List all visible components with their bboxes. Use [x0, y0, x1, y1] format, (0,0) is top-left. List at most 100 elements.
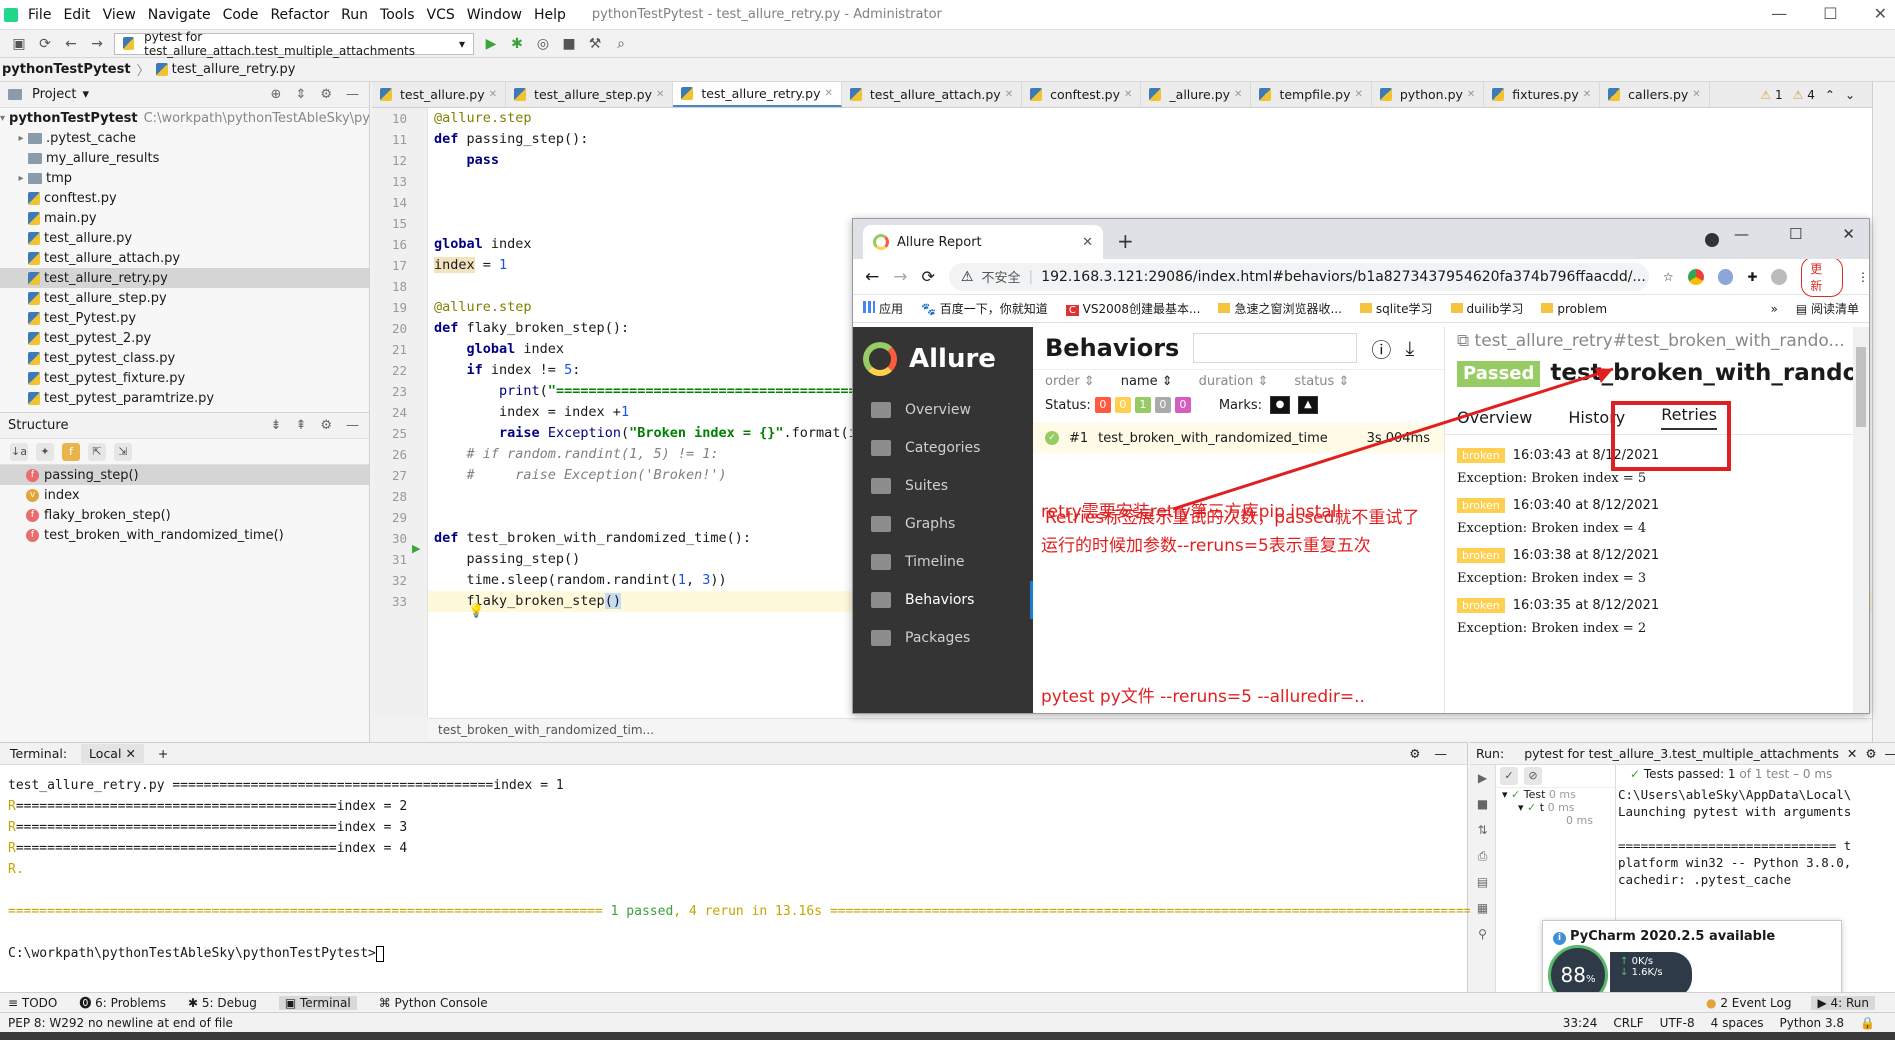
editor-breadcrumb[interactable]: test_broken_with_randomized_tim... — [428, 718, 1895, 740]
tree-item[interactable]: conftest.py — [0, 188, 369, 208]
close-tab-icon[interactable]: ✕ — [1583, 89, 1591, 100]
settings-wrench-icon[interactable]: ⚒ — [586, 36, 604, 52]
tree-item[interactable]: main.py — [0, 208, 369, 228]
tree-item[interactable]: test_allure.py — [0, 228, 369, 248]
update-button[interactable]: 更新 — [1801, 256, 1843, 297]
run-config-tab[interactable]: pytest for test_allure_3.test_multiple_a… — [1524, 746, 1839, 761]
allure-nav-graphs[interactable]: Graphs — [853, 505, 1033, 543]
menu-tools[interactable]: Tools — [374, 7, 421, 23]
rerun-icon[interactable]: ▶ — [1470, 765, 1495, 791]
close-icon[interactable]: ✕ — [1842, 225, 1855, 243]
collapse-all-icon[interactable]: ⇞ — [295, 418, 306, 433]
address-bar[interactable]: ⚠ 不安全 | 192.168.3.121:29086/index.html#b… — [948, 262, 1649, 291]
editor-tab[interactable]: callers.py ✕ — [1600, 82, 1710, 107]
toolwindow-todo[interactable]: ≡ TODO — [8, 996, 57, 1010]
bookmarks-overflow-icon[interactable]: » — [1770, 302, 1777, 316]
editor-tab[interactable]: _allure.py ✕ — [1141, 82, 1252, 107]
tree-item[interactable]: test_pytest_class.py — [0, 348, 369, 368]
lock-icon[interactable]: 🔒 — [1860, 1016, 1875, 1030]
forward-icon[interactable]: → — [893, 267, 907, 287]
hide-icon[interactable]: — — [346, 418, 359, 433]
tree-item[interactable]: test_pytest_fixture.py — [0, 368, 369, 388]
puzzle-icon[interactable]: ✚ — [1747, 270, 1757, 284]
indent-setting[interactable]: 4 spaces — [1711, 1016, 1764, 1030]
chevron-down-icon[interactable]: ▾ — [82, 87, 89, 102]
chrome-extension-icon[interactable] — [1687, 268, 1704, 285]
back-icon[interactable]: ← — [62, 36, 80, 52]
browser-scrollbar[interactable] — [1853, 327, 1869, 713]
toolwindow-problems[interactable]: ⓿ 6: Problems — [79, 994, 166, 1011]
camera-icon[interactable]: ⎙ — [1470, 843, 1495, 869]
structure-item[interactable]: v index — [0, 485, 369, 505]
close-tab-icon[interactable]: ✕ — [1467, 89, 1475, 100]
allure-nav-timeline[interactable]: Timeline — [853, 543, 1033, 581]
layout-icon[interactable]: ▤ — [1470, 869, 1495, 895]
bookmark-folder-4[interactable]: problem — [1541, 302, 1607, 316]
close-tab-icon[interactable]: ✕ — [1692, 89, 1700, 100]
editor-tab[interactable]: test_allure.py ✕ — [372, 82, 507, 107]
allure-nav-behaviors[interactable]: Behaviors — [853, 581, 1033, 619]
menu-navigate[interactable]: Navigate — [142, 7, 217, 23]
warning-count[interactable]: ⚠ 1 — [1760, 88, 1782, 102]
sort-order[interactable]: order ⇕ — [1045, 374, 1095, 389]
hide-icon[interactable]: — — [1885, 746, 1895, 761]
run-tree-item[interactable]: ▾ ✓ t 0 ms — [1496, 801, 1615, 814]
gear-icon[interactable]: ⚙ — [320, 418, 332, 433]
minimize-icon[interactable]: — — [1771, 4, 1787, 23]
bookmark-baidu[interactable]: 🐾 百度一下，你就知道 — [921, 300, 1048, 317]
search-icon[interactable]: ⌕ — [612, 36, 630, 52]
maximize-icon[interactable]: ☐ — [1789, 225, 1802, 243]
tree-item[interactable]: test_allure_retry.py — [0, 268, 369, 288]
tree-item[interactable]: test_pytest_2.py — [0, 328, 369, 348]
toggle-icon[interactable]: ⇅ — [1470, 817, 1495, 843]
tree-item[interactable]: test_allure_step.py — [0, 288, 369, 308]
sort-alpha-icon[interactable]: ↓a — [10, 442, 28, 461]
retry-item[interactable]: broken 16:03:38 at 8/12/2021 Exception: Br… — [1445, 543, 1869, 593]
menu-code[interactable]: Code — [217, 7, 265, 23]
close-tab-icon[interactable]: ✕ — [1124, 89, 1132, 100]
terminal-tab-local[interactable]: Local ✕ — [81, 744, 144, 763]
bookmark-vs2008[interactable]: C VS2008创建最基本... — [1065, 300, 1200, 317]
gear-icon[interactable]: ⚙ — [320, 87, 332, 102]
extension-icon[interactable] — [1717, 268, 1734, 285]
status-filter-box[interactable]: 0 — [1114, 397, 1131, 413]
allure-nav-overview[interactable]: Overview — [853, 391, 1033, 429]
toolwindow-run[interactable]: ▶ 4: Run — [1811, 995, 1875, 1010]
run-configuration-select[interactable]: pytest for test_allure_attach.test_multi… — [114, 30, 474, 58]
chevron-up-icon[interactable]: ⌃ — [1825, 88, 1835, 102]
chevron-right-icon[interactable]: ▸ — [14, 173, 28, 184]
chevron-right-icon[interactable]: ▸ — [14, 133, 28, 144]
star-icon[interactable]: ☆ — [1663, 270, 1674, 284]
new-terminal-icon[interactable]: + — [158, 746, 168, 761]
sync-icon[interactable]: ⟳ — [36, 36, 54, 52]
gear-icon[interactable]: ⚙ — [1409, 746, 1420, 761]
lightbulb-icon[interactable]: 💡 — [468, 604, 484, 619]
menu-vcs[interactable]: VCS — [421, 7, 461, 23]
menu-refactor[interactable]: Refactor — [264, 7, 335, 23]
run-gutter-icon[interactable]: ▶ — [412, 542, 420, 555]
close-icon[interactable]: ✕ — [1874, 4, 1887, 23]
allure-nav-packages[interactable]: Packages — [853, 619, 1033, 657]
close-tab-icon[interactable]: ✕ — [1847, 746, 1857, 761]
show-functions-icon[interactable]: f — [62, 442, 80, 461]
locate-icon[interactable]: ⊕ — [271, 87, 282, 102]
show-ignored-icon[interactable]: ⊘ — [1524, 767, 1542, 785]
close-tab-icon[interactable]: ✕ — [1005, 89, 1013, 100]
bookmark-folder-2[interactable]: sqlite学习 — [1359, 300, 1433, 317]
run-tree-item[interactable]: 0 ms — [1496, 814, 1615, 827]
download-icon[interactable]: ⤓ — [1405, 336, 1414, 360]
editor-tab[interactable]: tempfile.py ✕ — [1251, 82, 1372, 107]
menu-help[interactable]: Help — [528, 7, 572, 23]
allure-nav-suites[interactable]: Suites — [853, 467, 1033, 505]
close-tab-icon[interactable]: ✕ — [1354, 89, 1362, 100]
tree-item[interactable]: my_allure_results — [0, 148, 369, 168]
status-filter-box[interactable]: 0 — [1094, 397, 1111, 413]
debug-icon[interactable]: ✱ — [508, 36, 526, 52]
weak-warning-count[interactable]: ⚠ 4 — [1793, 88, 1815, 102]
print-icon[interactable]: ▦ — [1470, 895, 1495, 921]
editor-tab[interactable]: test_allure_step.py ✕ — [506, 82, 674, 107]
close-tab-icon[interactable]: ✕ — [656, 89, 664, 100]
breadcrumb-project[interactable]: pythonTestPytest — [2, 62, 131, 77]
more-icon[interactable]: ⋮ — [1857, 270, 1869, 284]
line-separator[interactable]: CRLF — [1613, 1016, 1643, 1030]
